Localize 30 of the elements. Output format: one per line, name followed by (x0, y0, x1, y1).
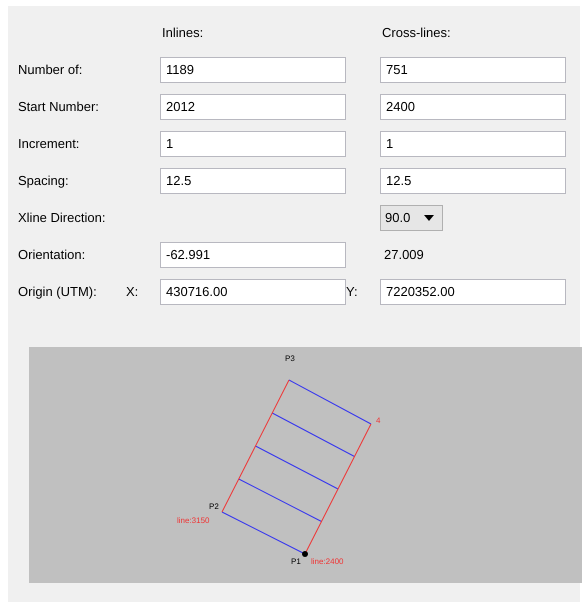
input-field[interactable]: 751 (380, 56, 566, 82)
field-label: Xline Direction: (18, 210, 106, 225)
field-label: Spacing: (18, 173, 69, 188)
angle-value: 27.009 (383, 247, 424, 262)
input-field[interactable]: 1 (380, 130, 566, 156)
line-label: line:3150 (177, 516, 210, 525)
input-field[interactable]: 7220352.00 (380, 278, 566, 304)
point-label: P2 (209, 502, 219, 511)
dropdown[interactable]: 90.0 (380, 204, 444, 230)
column-header: Cross-lines: (381, 25, 451, 40)
point-label: P3 (285, 354, 295, 363)
field-label: Increment: (18, 136, 80, 151)
axis-label: X: (126, 284, 138, 299)
input-field[interactable]: 2012 (160, 94, 346, 120)
point-label: 4 (376, 416, 380, 425)
line-label: line:2400 (311, 557, 344, 566)
point-label: P1 (291, 557, 301, 566)
input-field[interactable]: -62.991 (160, 242, 346, 268)
field-label: Origin (UTM): (18, 284, 97, 299)
input-field[interactable]: 1 (160, 130, 346, 156)
field-label: Number of: (18, 62, 82, 77)
field-label: Start Number: (18, 99, 99, 114)
input-field[interactable]: 1189 (160, 56, 346, 82)
input-field[interactable]: 12.5 (380, 168, 566, 194)
column-header: Inlines: (161, 25, 204, 40)
field-label: Orientation: (18, 247, 86, 262)
input-field[interactable]: 12.5 (160, 168, 346, 194)
axis-label: Y: (346, 284, 358, 299)
input-field[interactable]: 430716.00 (160, 278, 346, 304)
input-field[interactable]: 2400 (380, 94, 566, 120)
